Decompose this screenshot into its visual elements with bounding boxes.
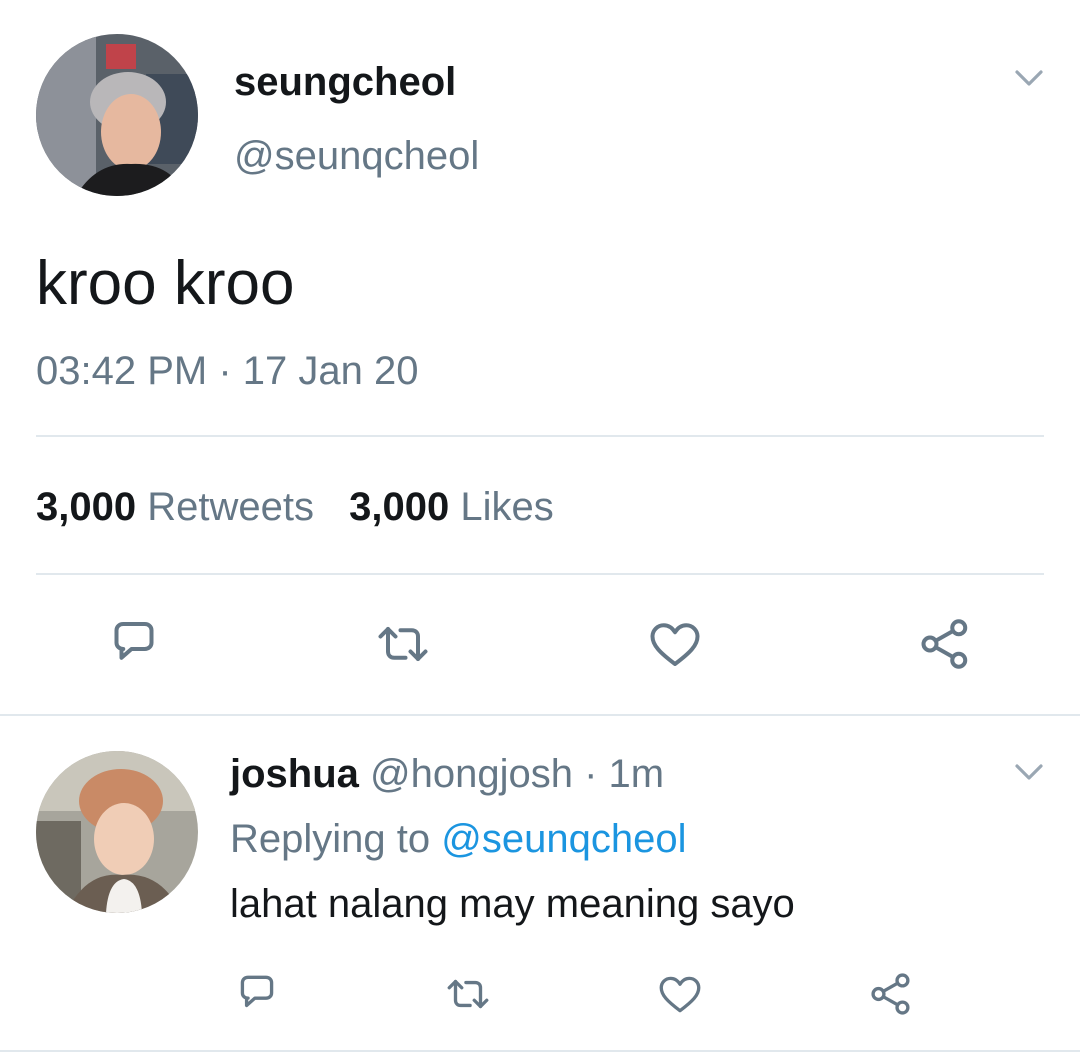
- stats-row: 3,000 Retweets 3,000 Likes: [36, 483, 554, 531]
- replying-to-label: Replying to: [230, 817, 431, 861]
- replying-to: Replying to @seunqcheol: [230, 815, 686, 863]
- reply-display-name[interactable]: joshua: [230, 752, 359, 796]
- share-icon[interactable]: [915, 614, 975, 674]
- reply-header: joshua @hongjosh · 1m: [230, 750, 664, 798]
- divider: [36, 435, 1044, 437]
- likes-stat[interactable]: 3,000 Likes: [349, 485, 554, 529]
- section-divider: [0, 714, 1080, 716]
- reply-avatar[interactable]: [36, 751, 198, 913]
- heart-icon[interactable]: [655, 969, 705, 1019]
- bottom-divider: [0, 1050, 1080, 1052]
- divider: [36, 573, 1044, 575]
- likes-label: Likes: [460, 485, 554, 529]
- chevron-down-icon[interactable]: [1010, 756, 1048, 790]
- retweets-stat[interactable]: 3,000 Retweets: [36, 485, 325, 529]
- main-tweet-text: kroo kroo: [36, 249, 295, 318]
- replying-to-handle-link[interactable]: @seunqcheol: [441, 817, 686, 861]
- heart-icon[interactable]: [645, 614, 705, 674]
- reply-time: · 1m: [584, 752, 665, 796]
- likes-count: 3,000: [349, 485, 450, 529]
- reply-text: lahat nalang may meaning sayo: [230, 882, 795, 926]
- main-tweet-display-name[interactable]: seungcheol: [234, 58, 456, 106]
- main-tweet-avatar[interactable]: [36, 34, 198, 196]
- retweet-icon[interactable]: [373, 614, 433, 674]
- main-tweet-timestamp[interactable]: 03:42 PM · 17 Jan 20: [36, 347, 418, 395]
- chevron-down-icon[interactable]: [1010, 62, 1048, 96]
- reply-handle[interactable]: @hongjosh: [370, 752, 573, 796]
- reply-icon[interactable]: [232, 969, 282, 1019]
- main-tweet-handle[interactable]: @seunqcheol: [234, 132, 479, 180]
- reply-icon[interactable]: [104, 614, 164, 674]
- share-icon[interactable]: [866, 969, 916, 1019]
- retweets-label: Retweets: [147, 485, 314, 529]
- retweets-count: 3,000: [36, 485, 137, 529]
- retweet-icon[interactable]: [443, 969, 493, 1019]
